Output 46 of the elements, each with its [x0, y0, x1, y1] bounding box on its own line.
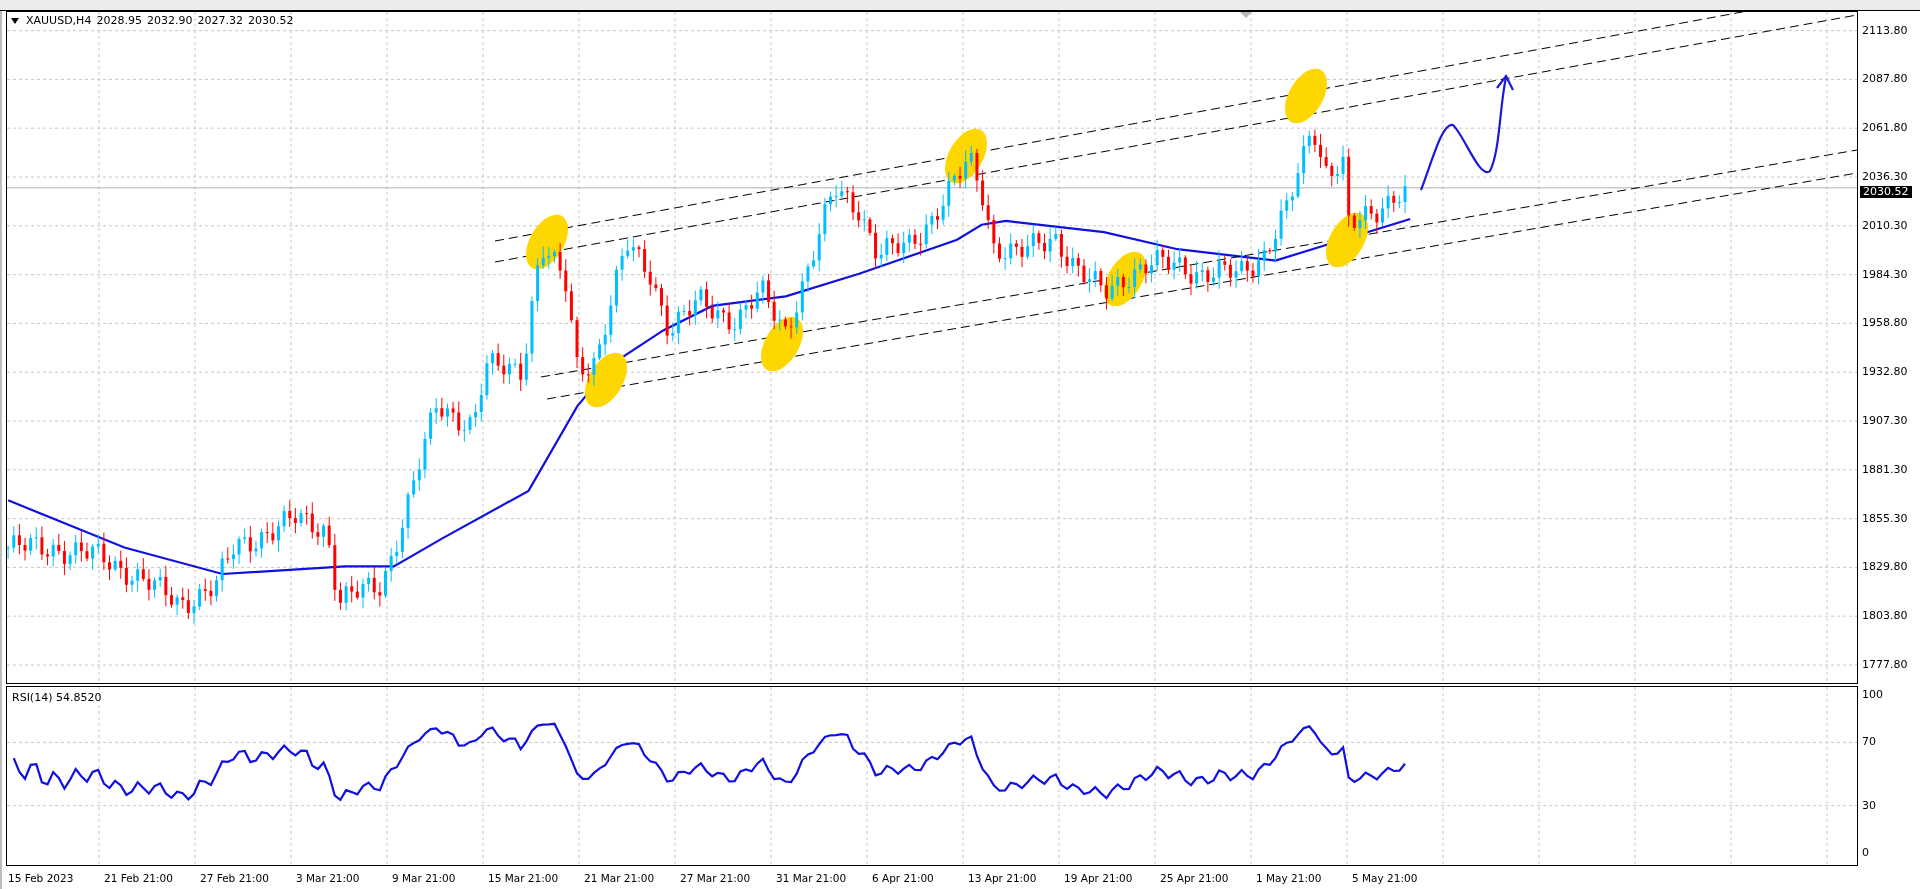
price-axis-label: 1881.30	[1862, 462, 1909, 477]
highlight-ellipse	[761, 316, 803, 372]
price-value: 2028.95	[96, 14, 142, 27]
time-axis-label: 15 Mar 21:00	[488, 872, 560, 884]
dropdown-triangle-icon[interactable]	[11, 17, 19, 24]
price-axis-label: 1829.80	[1862, 560, 1909, 575]
price-axis-label: 2036.30	[1862, 170, 1909, 184]
highlight-ellipse	[1326, 212, 1368, 268]
highlight-ellipse	[1285, 68, 1327, 124]
rsi-axis-label: 30	[1862, 798, 1876, 813]
price-value: 2030.52	[247, 14, 294, 27]
price-value: 2027.32	[197, 14, 243, 27]
time-axis-label: 31 Mar 21:00	[776, 872, 848, 884]
price-axis-label: 1984.30	[1862, 267, 1909, 282]
price-axis-label: 1803.80	[1862, 609, 1909, 624]
symbol-label: XAUUSD,H4	[26, 14, 92, 27]
time-axis-label: 21 Mar 21:00	[584, 872, 656, 884]
price-axis-label: 2061.80	[1862, 121, 1909, 136]
rsi-axis-label: 100	[1862, 688, 1883, 702]
rsi-axis-label: 70	[1862, 735, 1876, 750]
price-axis-label: 2087.80	[1862, 72, 1909, 87]
time-axis-label: 15 Feb 2023	[8, 872, 75, 884]
rsi-axis-label: 0	[1862, 846, 1869, 860]
price-axis-label: 2113.80	[1862, 23, 1909, 38]
price-axis-label: 1932.80	[1862, 365, 1909, 380]
price-axis-label: 2010.30	[1862, 218, 1909, 233]
time-axis-label: 5 May 21:00	[1352, 872, 1419, 884]
price-axis-label: 1777.80	[1862, 657, 1909, 672]
time-axis-label: 9 Mar 21:00	[392, 872, 457, 884]
highlight-ellipse	[585, 352, 627, 408]
time-axis-label: 3 Mar 21:00	[296, 872, 361, 884]
time-axis-label: 13 Apr 21:00	[968, 872, 1038, 884]
time-axis-label: 21 Feb 21:00	[104, 872, 174, 884]
price-axis-label: 1907.30	[1862, 413, 1909, 428]
price-axis-label: 1855.30	[1862, 511, 1909, 526]
time-axis-label: 19 Apr 21:00	[1064, 872, 1134, 884]
time-axis-label: 6 Apr 21:00	[872, 872, 935, 884]
rsi-label: RSI(14) 54.8520	[12, 691, 102, 704]
highlight-ellipse	[526, 214, 568, 270]
time-axis-label: 25 Apr 21:00	[1160, 872, 1230, 884]
current-price-label: 2030.52	[1860, 185, 1912, 198]
price-value: 2032.90	[146, 14, 193, 27]
time-axis-label: 1 May 21:00	[1256, 872, 1323, 884]
price-axis-label: 1958.80	[1862, 316, 1909, 331]
time-axis-label: 27 Feb 21:00	[200, 872, 270, 884]
time-axis-label: 27 Mar 21:00	[680, 872, 752, 884]
